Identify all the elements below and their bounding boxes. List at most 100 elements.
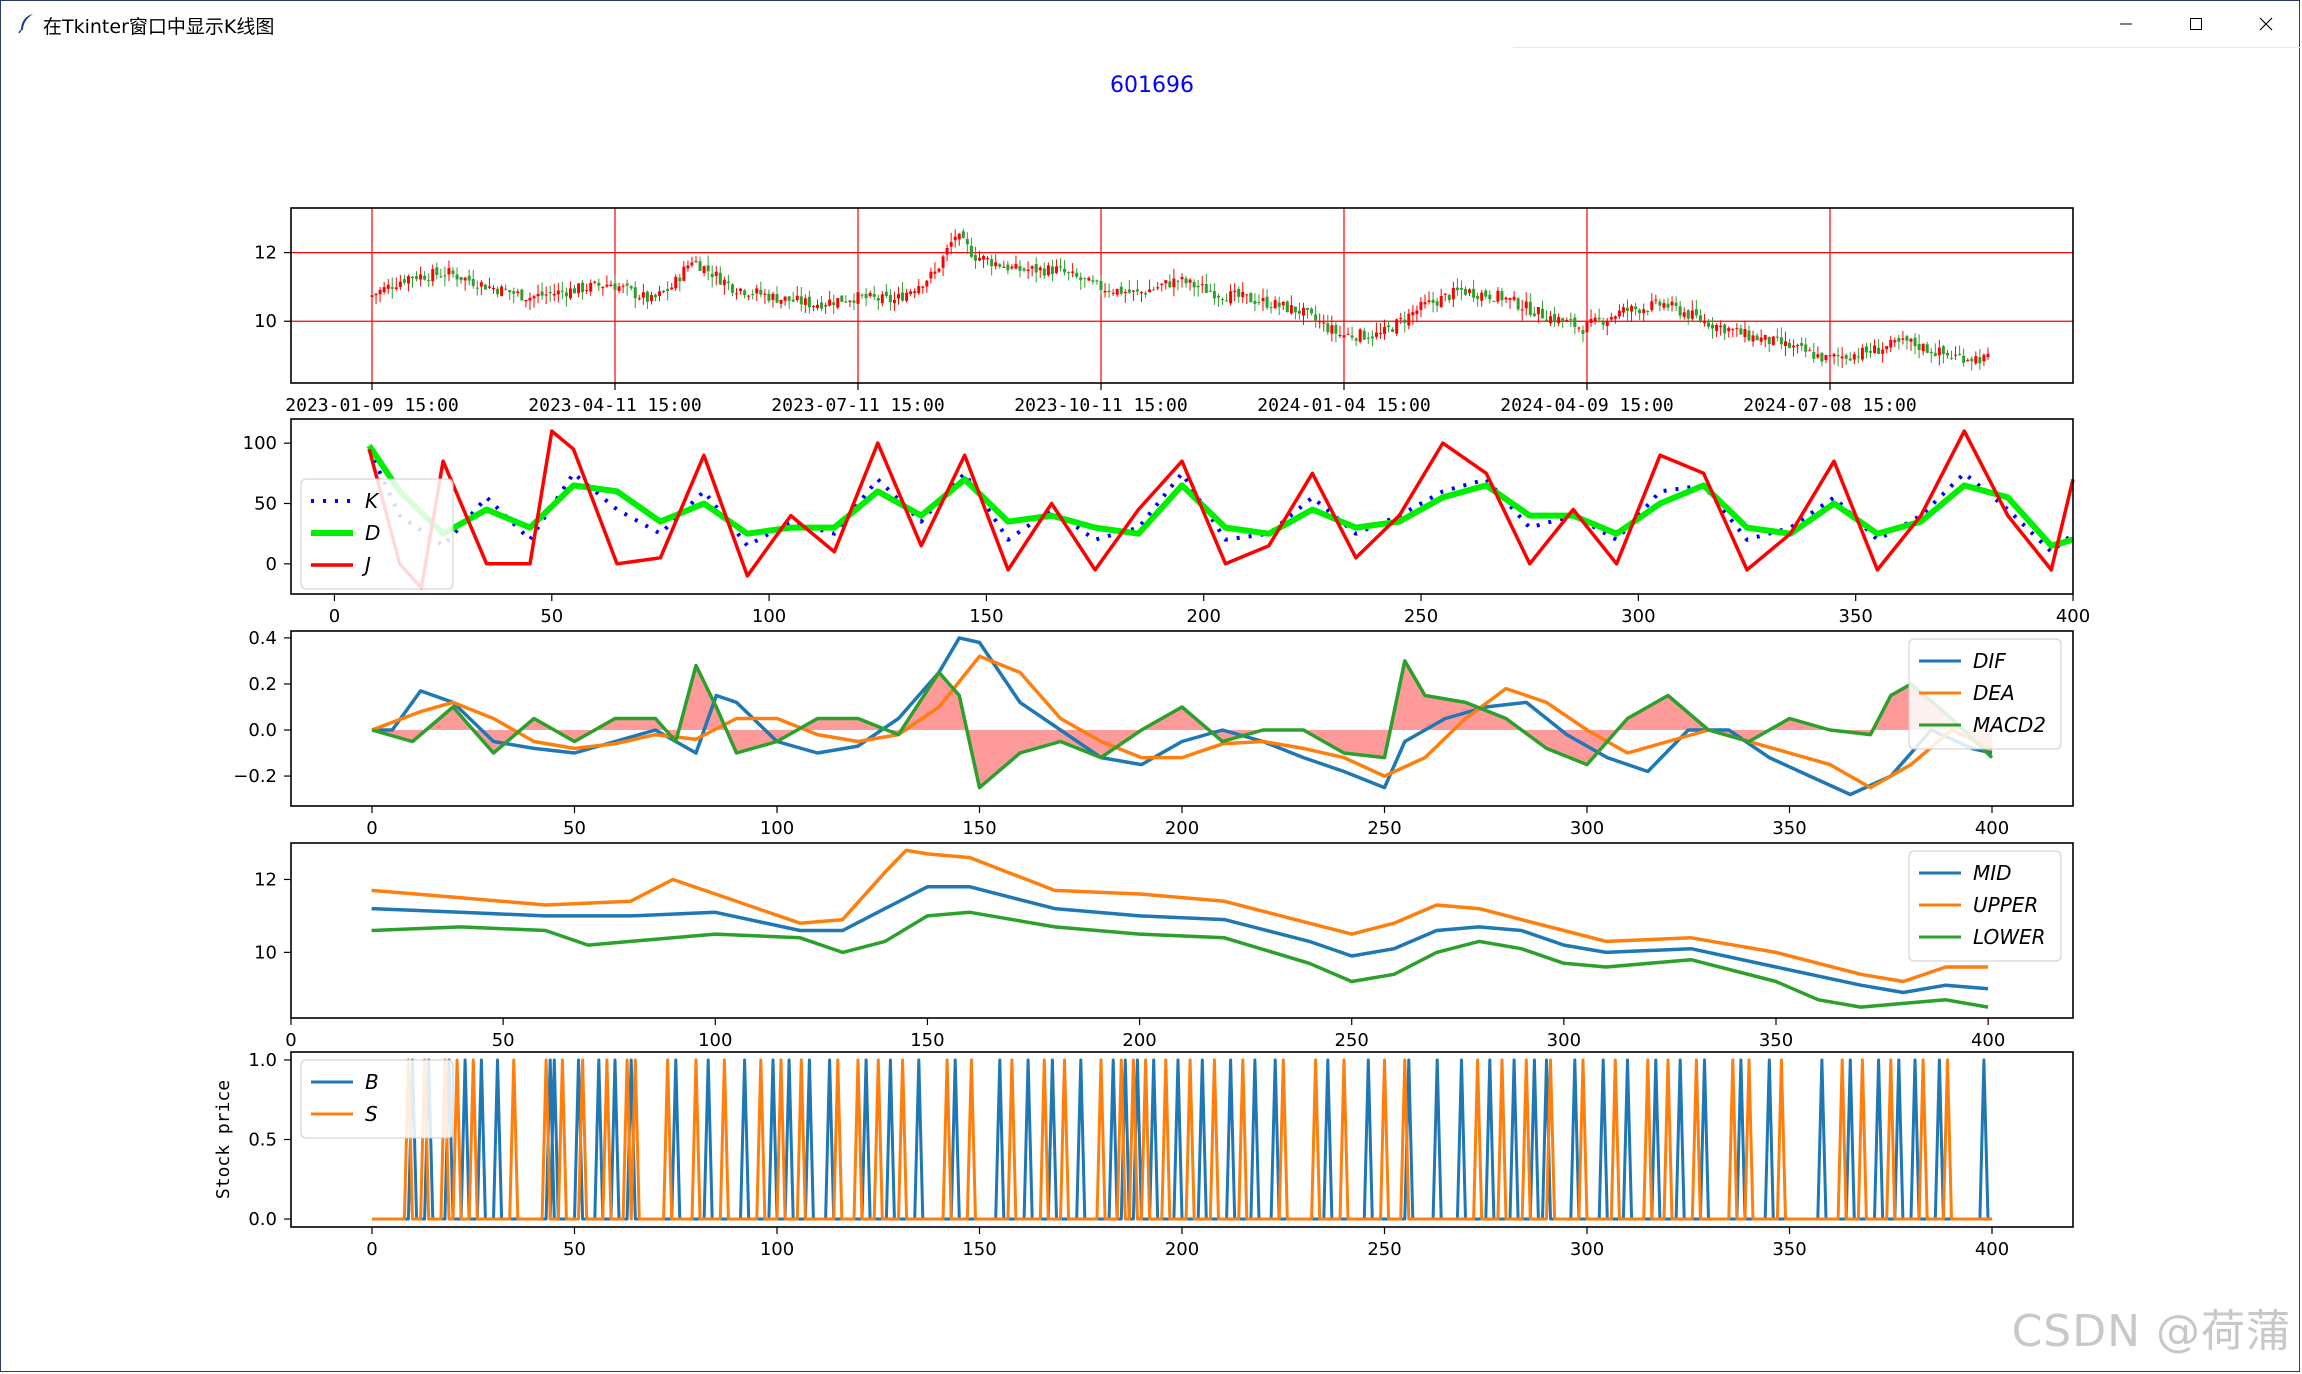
candle-body: [1221, 298, 1224, 300]
candle-body: [1144, 292, 1148, 295]
candle-body: [1634, 306, 1638, 309]
candle-body: [1314, 314, 1318, 321]
maximize-button[interactable]: [2161, 1, 2231, 47]
candle-body: [1783, 341, 1787, 347]
candle-body: [1873, 345, 1877, 353]
candle-body: [1755, 335, 1759, 341]
candle-body: [1694, 309, 1698, 316]
candle-body: [1877, 347, 1881, 354]
candle-body: [443, 275, 447, 277]
candle-body: [933, 271, 937, 274]
candle-body: [759, 289, 763, 295]
candle-body: [1083, 277, 1087, 279]
x-tick-label: 250: [1367, 1239, 1401, 1260]
candle-body: [1152, 289, 1156, 291]
candle-body: [1982, 354, 1986, 362]
candle-body: [1451, 287, 1455, 300]
candle-body: [884, 291, 888, 297]
candle-body: [1253, 300, 1257, 304]
candle-body: [1135, 289, 1139, 292]
legend-label-k: K: [365, 489, 380, 513]
title-bar[interactable]: 在Tkinter窗口中显示K线图: [1, 1, 2299, 47]
x-tick-label: 350: [1772, 818, 1806, 839]
x-tick-label: 50: [540, 606, 563, 627]
candle-body: [1281, 301, 1285, 306]
chart-panel-2: 0 50 100 0 50 100 150 200 250 300 350 400 KDJ: [243, 418, 2090, 627]
candle-body: [1472, 288, 1476, 298]
candle-body: [763, 293, 767, 295]
candle-body: [860, 294, 864, 296]
candle-body: [1925, 344, 1929, 353]
candle-body: [589, 282, 593, 292]
candle-body: [536, 293, 540, 297]
candle-body: [471, 279, 475, 286]
candle-body: [1415, 310, 1419, 315]
candle-body: [1330, 325, 1334, 334]
candle-body: [743, 290, 747, 296]
candle-body: [941, 256, 945, 268]
minimize-button[interactable]: [2091, 1, 2161, 47]
candle-body: [1864, 346, 1868, 353]
candle-body: [1245, 294, 1249, 296]
candle-body: [1054, 266, 1058, 273]
candle-body: [848, 300, 852, 303]
x-tick-label: 2024-04-09 15:00: [1500, 395, 1673, 416]
x-tick-label: 2024-07-08 15:00: [1743, 395, 1916, 416]
candle-body: [520, 289, 524, 301]
x-tick-label: 300: [1570, 1239, 1604, 1260]
candle-body: [1115, 288, 1119, 295]
candle-body: [1435, 301, 1439, 306]
candle-body: [1808, 350, 1812, 352]
candle-body: [1512, 296, 1516, 300]
candle-body: [1950, 357, 1953, 359]
candle-body: [844, 301, 848, 303]
legend-label-upper: UPPER: [1973, 893, 2038, 917]
candle-body: [1439, 295, 1443, 308]
candle-body: [1370, 336, 1374, 339]
candle-body: [573, 288, 576, 294]
x-tick-label: 100: [752, 606, 786, 627]
candle-body: [888, 294, 892, 303]
candle-body: [1002, 266, 1006, 268]
candle-body: [706, 265, 710, 272]
candle-body: [1545, 319, 1548, 322]
candle-body: [917, 286, 921, 294]
candle-body: [694, 261, 698, 263]
candle-body: [556, 290, 560, 295]
candle-body: [439, 276, 443, 278]
candle-body: [1844, 354, 1848, 359]
candle-body: [1747, 330, 1751, 341]
minimize-icon: [2120, 23, 2132, 25]
candle-body: [876, 298, 880, 301]
candle-body: [633, 287, 637, 299]
candle-body: [455, 274, 459, 280]
candle-body: [1095, 280, 1099, 282]
candle-body: [1455, 287, 1459, 291]
candle-body: [1941, 346, 1945, 355]
candle-body: [568, 288, 572, 299]
candle-body: [1524, 301, 1528, 309]
candle-body: [666, 288, 670, 292]
candle-body: [1897, 337, 1901, 342]
candle-body: [1034, 263, 1038, 273]
candle-body: [1621, 307, 1625, 313]
candle-body: [1237, 289, 1241, 297]
candle-body: [1674, 302, 1678, 306]
candle-body: [1399, 318, 1403, 320]
legend-label-d: D: [365, 521, 380, 545]
x-tick-label: 400: [1975, 1239, 2009, 1260]
x-tick-label: 300: [1547, 1030, 1581, 1051]
candle-body: [726, 281, 730, 284]
candle-body: [1059, 266, 1062, 268]
candle-body: [840, 295, 844, 302]
candle-body: [447, 268, 451, 275]
candle-body: [1480, 292, 1484, 301]
candle-body: [609, 284, 613, 287]
candle-body: [1678, 306, 1682, 316]
close-button[interactable]: [2231, 1, 2301, 47]
x-tick-label: 150: [910, 1030, 944, 1051]
candle-body: [564, 292, 568, 297]
x-tick-label: 400: [1971, 1030, 2005, 1051]
candle-body: [1216, 295, 1220, 298]
candle-body: [1779, 337, 1783, 345]
